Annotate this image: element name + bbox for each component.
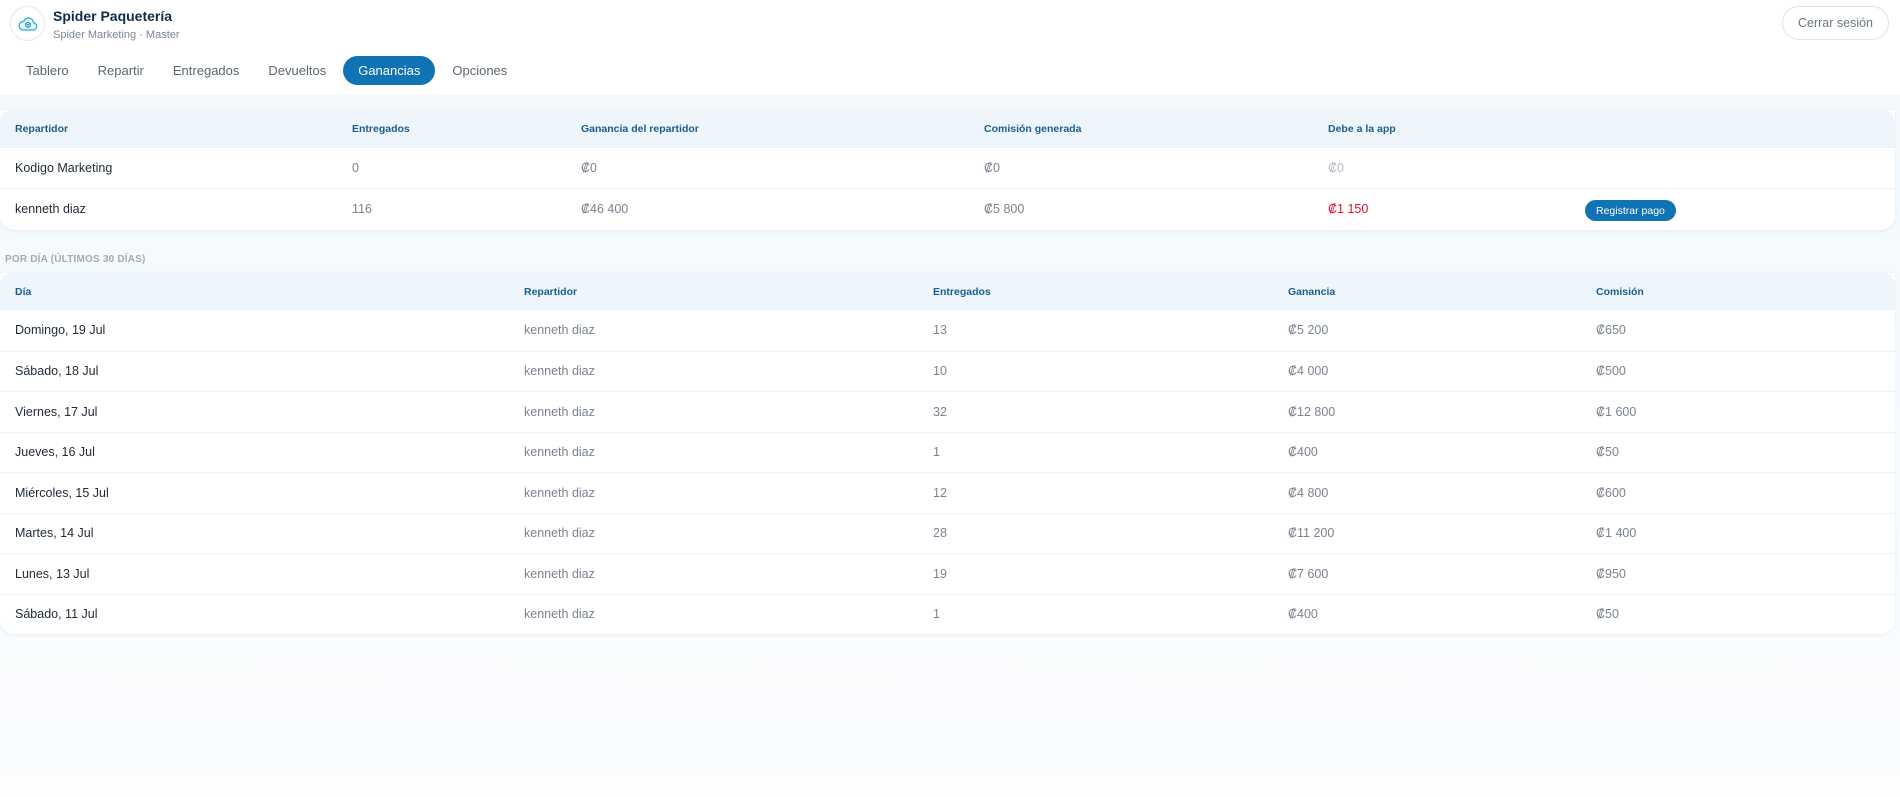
courier-name: Kodigo Marketing [15, 161, 113, 175]
commission-amount: ₡0 [984, 161, 1000, 175]
header-comision-generada: Comisión generada [984, 122, 1082, 135]
app-header: Spider Paquetería Spider Marketing · Mas… [0, 0, 1900, 95]
table-row: Domingo, 19 Jul kenneth diaz 13 ₡5 200 ₡650 [0, 310, 1895, 351]
earnings-amount: ₡7 600 [1288, 566, 1329, 581]
day-label: Viernes, 17 Jul [15, 404, 98, 419]
daily-rows: Domingo, 19 Jul kenneth diaz 13 ₡5 200 ₡650 S… [0, 310, 1895, 634]
courier-summary-table: Repartidor Entregados Ganancia del repar… [0, 110, 1895, 230]
courier-name: kenneth diaz [524, 323, 595, 338]
earnings-amount: ₡400 [1288, 445, 1318, 460]
courier-name: kenneth diaz [524, 364, 595, 379]
day-label: Sábado, 18 Jul [15, 364, 99, 379]
header-comision: Comisión [1596, 285, 1644, 298]
courier-name: kenneth diaz [524, 566, 595, 581]
header-debe-app: Debe a la app [1328, 122, 1396, 135]
table-row: Lunes, 13 Jul kenneth diaz 19 ₡7 600 ₡950 [0, 553, 1895, 594]
tab-repartir[interactable]: Repartir [86, 56, 156, 85]
day-label: Martes, 14 Jul [15, 526, 94, 541]
main-tabs: Tablero Repartir Entregados Devueltos Ga… [14, 56, 524, 85]
earnings-amount: ₡11 200 [1288, 526, 1335, 541]
header-repartidor: Repartidor [524, 285, 578, 298]
logout-button[interactable]: Cerrar sesión [1782, 6, 1889, 40]
courier-earnings: ₡46 400 [581, 202, 629, 216]
courier-name: kenneth diaz [15, 202, 86, 216]
day-label: Jueves, 16 Jul [15, 445, 95, 460]
tab-entregados[interactable]: Entregados [161, 56, 252, 85]
day-label: Miércoles, 15 Jul [15, 485, 109, 500]
earnings-amount: ₡5 200 [1288, 323, 1329, 338]
commission-amount: ₡950 [1596, 566, 1626, 581]
commission-amount: ₡500 [1596, 364, 1626, 379]
delivered-count: 12 [933, 485, 947, 500]
table-row: Sábado, 18 Jul kenneth diaz 10 ₡4 000 ₡500 [0, 350, 1895, 392]
courier-name: kenneth diaz [524, 485, 595, 500]
delivered-count: 13 [933, 323, 947, 338]
delivered-count: 0 [352, 161, 359, 175]
table-row: kenneth diaz 116 ₡46 400 ₡5 800 ₡1 150 R… [0, 188, 1895, 229]
day-label: Sábado, 11 Jul [15, 607, 98, 622]
day-label: Lunes, 13 Jul [15, 566, 90, 581]
delivered-count: 28 [933, 526, 947, 541]
header-repartidor: Repartidor [15, 122, 69, 135]
daily-section-label: POR DÍA (ÚLTIMOS 30 DÍAS) [5, 254, 146, 265]
header-ganancia-repartidor: Ganancia del repartidor [581, 122, 699, 135]
table-row: Kodigo Marketing 0 ₡0 ₡0 ₡0 [0, 147, 1895, 188]
header-entregados: Entregados [352, 122, 410, 135]
commission-amount: ₡5 800 [984, 202, 1025, 216]
table-row: Sábado, 11 Jul kenneth diaz 1 ₡400 ₡50 [0, 593, 1895, 635]
commission-amount: ₡50 [1596, 607, 1619, 622]
earnings-amount: ₡4 000 [1288, 364, 1329, 379]
courier-name: kenneth diaz [524, 445, 595, 460]
table-row: Miércoles, 15 Jul kenneth diaz 12 ₡4 800 ₡60… [0, 472, 1895, 513]
delivered-count: 1 [933, 445, 940, 460]
courier-name: kenneth diaz [524, 404, 595, 419]
delivered-count: 19 [933, 566, 947, 581]
courier-name: kenneth diaz [524, 607, 595, 622]
cloud-box-logo-icon [10, 6, 45, 41]
table-row: Jueves, 16 Jul kenneth diaz 1 ₡400 ₡50 [0, 431, 1895, 473]
table-row: Martes, 14 Jul kenneth diaz 28 ₡11 200 ₡1 40… [0, 512, 1895, 554]
register-payment-button[interactable]: Registrar pago [1585, 200, 1676, 221]
earnings-amount: ₡12 800 [1288, 404, 1336, 419]
delivered-count: 32 [933, 404, 947, 419]
delivered-count: 1 [933, 607, 940, 622]
commission-amount: ₡1 400 [1596, 526, 1637, 541]
courier-earnings: ₡0 [581, 161, 597, 175]
earnings-amount: ₡400 [1288, 607, 1318, 622]
daily-breakdown-table: Día Repartidor Entregados Ganancia Comis… [0, 273, 1895, 634]
tab-opciones[interactable]: Opciones [440, 56, 519, 85]
table-header: Repartidor Entregados Ganancia del repar… [0, 110, 1895, 147]
table-row: Viernes, 17 Jul kenneth diaz 32 ₡12 800 ₡1 6… [0, 391, 1895, 432]
header-ganancia: Ganancia [1288, 285, 1336, 298]
app-subtitle: Spider Marketing · Master [53, 29, 180, 41]
owes-amount: ₡1 150 [1328, 202, 1369, 216]
table-header: Día Repartidor Entregados Ganancia Comis… [0, 273, 1895, 310]
delivered-count: 116 [352, 202, 372, 216]
commission-amount: ₡600 [1596, 485, 1626, 500]
tab-ganancias[interactable]: Ganancias [343, 56, 436, 85]
owes-amount: ₡0 [1328, 161, 1344, 175]
app-title: Spider Paquetería [53, 8, 173, 24]
commission-amount: ₡1 600 [1596, 404, 1637, 419]
tab-tablero[interactable]: Tablero [14, 56, 81, 85]
earnings-amount: ₡4 800 [1288, 485, 1329, 500]
day-label: Domingo, 19 Jul [15, 323, 106, 338]
header-entregados: Entregados [933, 285, 991, 298]
commission-amount: ₡650 [1596, 323, 1626, 338]
header-dia: Día [15, 285, 32, 298]
delivered-count: 10 [933, 364, 947, 379]
tab-devueltos[interactable]: Devueltos [256, 56, 338, 85]
courier-name: kenneth diaz [524, 526, 595, 541]
commission-amount: ₡50 [1596, 445, 1619, 460]
